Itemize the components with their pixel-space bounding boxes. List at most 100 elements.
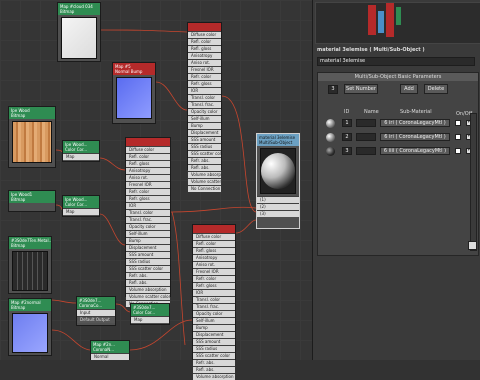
material-slot[interactable]: Self-illum [188,115,221,122]
material-slot[interactable]: Refl. gloss [193,247,235,254]
material-slot[interactable]: Aniso rot. [126,174,170,181]
node-corona-color-correct[interactable]: #3S0de7... CoronaCo... Input Default Out… [76,296,116,326]
material-slot[interactable]: IOR [126,202,170,209]
material-slot[interactable]: Refl. color [126,153,170,160]
material-slot[interactable]: Refl. color [193,240,235,247]
color-swatch[interactable] [455,134,461,140]
material-slot[interactable]: Refr. gloss [193,282,235,289]
material-slot[interactable]: Bump [188,122,221,129]
submaterial-name[interactable] [356,147,376,155]
material-slot[interactable]: Diffuse color [193,233,235,240]
material-slot[interactable]: Fresnel IOR [188,66,221,73]
material-slot[interactable]: SSS radius [126,258,170,265]
material-slot[interactable]: Refr. color [188,73,221,80]
color-swatch[interactable] [455,120,461,126]
material-slot[interactable]: Self-illum [193,317,235,324]
material-slot[interactable]: SSS radius [193,345,235,352]
material-slot[interactable]: SSS amount [188,136,221,143]
node-slot-input[interactable]: Input [77,309,115,316]
color-swatch[interactable] [455,148,461,154]
material-slot[interactable]: IOR [188,87,221,94]
material-slot[interactable]: Transl. color [126,209,170,216]
material-slot[interactable]: SSS scatter color [193,352,235,359]
resize-handle-icon[interactable] [468,241,477,250]
rollout-title[interactable]: Multi/Sub-Object Basic Parameters [318,73,478,81]
material-slot[interactable]: Refr. abs. [126,272,170,279]
material-slot[interactable]: Refl. abs. [193,366,235,373]
node-corona-material-3[interactable]: Diffuse color Refl. color Refl. gloss Aniso… [192,224,236,380]
material-slot[interactable]: Transl. frac. [188,101,221,108]
material-slot[interactable]: Fresnel IOR [126,181,170,188]
material-slot[interactable]: Bump [193,324,235,331]
material-count-field[interactable]: 3 [328,85,338,94]
node-slot-map[interactable]: Map [63,153,99,160]
submaterial-name[interactable] [356,133,376,141]
material-slot[interactable]: Diffuse color [126,146,170,153]
material-slot[interactable]: Fresnel IOR [193,268,235,275]
slate-material-editor-view[interactable]: Map #cloud 034 Bitmap Map #5 Normal Bump… [0,0,312,380]
add-button[interactable]: Add [400,84,418,94]
set-number-button[interactable]: Set Number [344,84,378,94]
material-slot[interactable]: Volume scatter color [126,293,170,300]
submaterial-name[interactable] [356,119,376,127]
material-slot[interactable]: Volume scatter color [188,178,221,185]
material-slot[interactable]: Volume absorption [126,286,170,293]
node-slot-normal[interactable]: Normal [91,353,129,360]
multisub-slot-2[interactable]: (2) [257,203,299,210]
material-slot[interactable]: Refl. gloss [126,160,170,167]
node-color-correct-3[interactable]: #3S0de7... Color Cor... Map [130,303,170,325]
material-slot[interactable]: Displacement [188,129,221,136]
material-slot[interactable]: Refr. color [193,275,235,282]
material-slot[interactable]: Anisotropy [193,254,235,261]
node-normal-bitmap[interactable]: Map #2normal Bitmap [8,298,52,356]
material-slot[interactable]: Diffuse color [188,31,221,38]
node-slot-output[interactable]: Default Output [77,316,115,323]
material-slot[interactable]: Opacity color [126,223,170,230]
node-corona-material-1[interactable]: Diffuse color Refl. color Refl. gloss Aniso… [187,22,222,192]
submaterial-button[interactable]: 6 iiii ( CoronaLegacyMtl ) [380,147,450,155]
node-slot-map[interactable]: Map [63,208,99,215]
material-slot[interactable]: Displacement [126,244,170,251]
material-name-field[interactable]: material 3elemise [317,57,475,66]
material-slot[interactable]: Refr. abs. [193,359,235,366]
material-slot[interactable]: Bump [126,237,170,244]
material-slot[interactable]: Transl. color [193,296,235,303]
material-slot[interactable]: Refl. abs. [188,164,221,171]
material-slot[interactable]: Aniso rot. [193,261,235,268]
submaterial-id[interactable]: 2 [342,133,352,141]
material-slot[interactable]: Opacity color [188,108,221,115]
material-slot[interactable]: SSS amount [126,251,170,258]
submaterial-id[interactable]: 3 [342,147,352,155]
material-slot[interactable]: Transl. frac. [126,216,170,223]
material-slot[interactable]: Refr. gloss [126,195,170,202]
node-corona-material-2[interactable]: Diffuse color Refl. color Refl. gloss Aniso… [125,137,171,307]
material-slot[interactable]: Aniso rot. [188,59,221,66]
node-normal-bump[interactable]: Map #5 Normal Bump [112,62,156,124]
material-slot[interactable]: Refl. gloss [188,45,221,52]
material-slot[interactable]: Displacement [193,331,235,338]
material-slot[interactable]: SSS scatter color [188,150,221,157]
material-slot[interactable]: SSS scatter color [126,265,170,272]
material-slot[interactable]: Volume absorption [193,373,235,380]
material-slot[interactable]: Refr. gloss [188,80,221,87]
list-scrollbar[interactable] [470,113,477,251]
material-slot[interactable]: Self-illum [126,230,170,237]
node-bump-bitmap[interactable]: Map #cloud 034 Bitmap [57,2,101,62]
material-slot[interactable]: Transl. color [188,94,221,101]
node-multi-sub-object[interactable]: material 3elemise Multi/Sub-Object (1) (… [256,133,300,229]
node-slot-map[interactable]: Map [131,316,169,323]
node-ipe-wood-bitmap[interactable]: Ipe Wood Bitmap [8,106,56,168]
material-slot[interactable]: Anisotropy [126,167,170,174]
material-slot[interactable]: Refl. color [188,38,221,45]
material-slot[interactable]: Anisotropy [188,52,221,59]
node-color-correct-2[interactable]: Ipe Wood... Color Cor... Map [62,195,100,217]
material-slot[interactable]: SSS radius [188,143,221,150]
node-metal-tile-bitmap[interactable]: #3S0de7Ten.Metal... Bitmap [8,236,52,294]
node-color-correct-1[interactable]: Ipe Wood... Color Cor... Map [62,140,100,162]
submaterial-id[interactable]: 1 [342,119,352,127]
material-slot[interactable]: Refl. abs. [126,279,170,286]
material-slot[interactable]: SSS amount [193,338,235,345]
material-slot[interactable]: Volume absorption [188,171,221,178]
node-corona-normal[interactable]: Map #2n... CoronaN... Normal [90,340,130,360]
multisub-slot-1[interactable]: (1) [257,196,299,203]
